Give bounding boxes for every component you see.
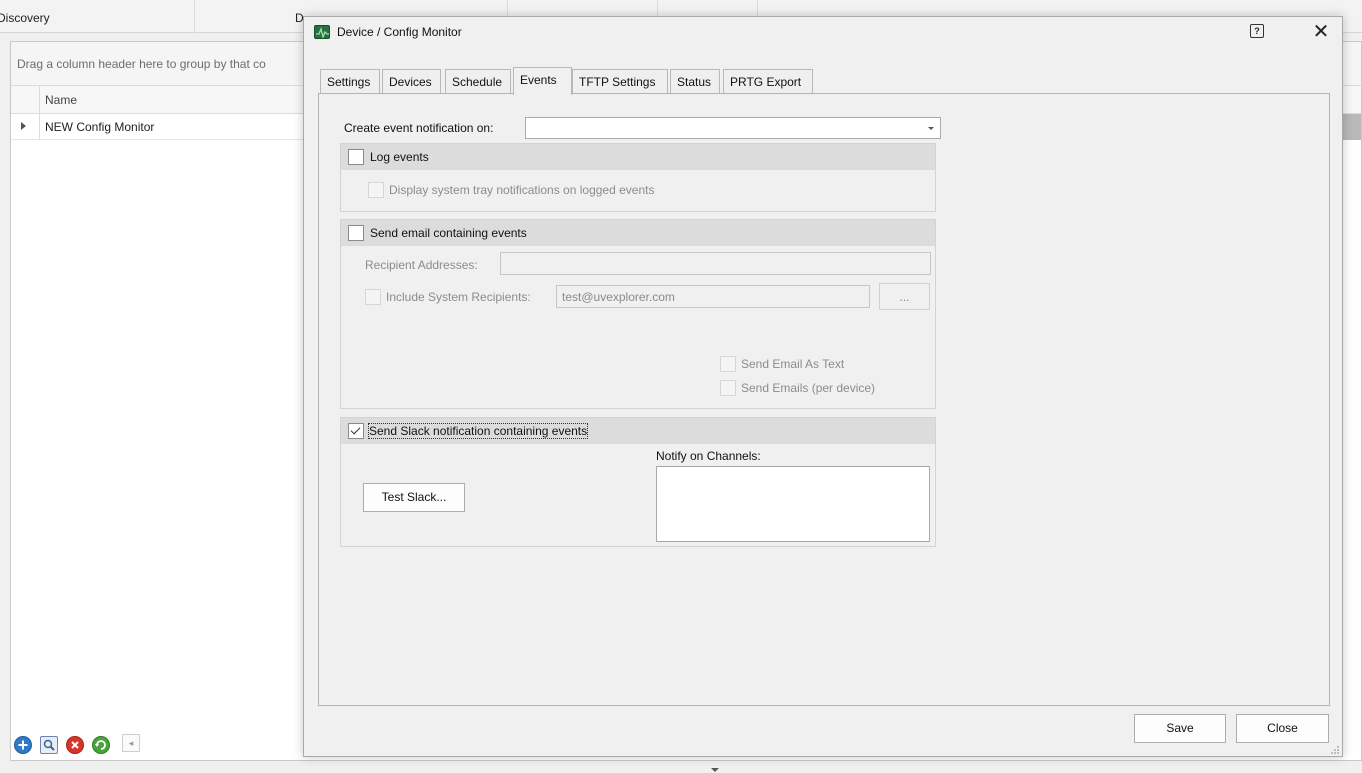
recipient-addresses-input[interactable] bbox=[500, 252, 931, 275]
email-header: Send email containing events bbox=[341, 220, 935, 246]
config-monitor-dialog: Device / Config Monitor ? ✕ Settings Dev… bbox=[303, 16, 1343, 757]
email-per-device-checkbox[interactable] bbox=[720, 380, 736, 396]
send-email-checkbox[interactable] bbox=[348, 225, 364, 241]
include-system-label: Include System Recipients: bbox=[386, 290, 531, 304]
tab-discovery[interactable]: Discovery bbox=[0, 0, 195, 33]
delete-icon[interactable] bbox=[66, 736, 84, 754]
email-group: Send email containing events Recipient A… bbox=[340, 219, 936, 409]
tab-status-label: Status bbox=[677, 75, 712, 89]
tray-notifications-label: Display system tray notifications on log… bbox=[389, 183, 655, 197]
tab-discovery-label: Discovery bbox=[0, 11, 50, 25]
email-per-device-label: Send Emails (per device) bbox=[741, 381, 876, 395]
help-icon[interactable]: ? bbox=[1250, 24, 1264, 38]
log-events-header: Log events bbox=[341, 144, 935, 170]
expand-row-icon[interactable] bbox=[21, 122, 26, 130]
events-tab-page: Create event notification on: Log events… bbox=[318, 93, 1330, 706]
tab-prtg-export[interactable]: PRTG Export bbox=[723, 69, 813, 94]
test-slack-button[interactable]: Test Slack... bbox=[363, 483, 465, 512]
tab-status[interactable]: Status bbox=[670, 69, 720, 94]
create-event-label: Create event notification on: bbox=[344, 121, 494, 135]
refresh-icon[interactable] bbox=[92, 736, 110, 754]
recipient-addresses-label: Recipient Addresses: bbox=[365, 258, 478, 272]
row-name-cell[interactable]: NEW Config Monitor bbox=[39, 114, 154, 140]
send-email-label[interactable]: Send email containing events bbox=[370, 226, 527, 240]
notify-channels-label: Notify on Channels: bbox=[656, 449, 761, 463]
slack-group: Send Slack notification containing event… bbox=[340, 417, 936, 547]
monitor-app-icon bbox=[314, 25, 330, 39]
create-event-combo[interactable] bbox=[525, 117, 941, 139]
scroll-left-button[interactable]: ◂ bbox=[122, 734, 140, 752]
dialog-title: Device / Config Monitor bbox=[337, 25, 462, 39]
tray-notifications-checkbox[interactable] bbox=[368, 182, 384, 198]
column-header-name[interactable]: Name bbox=[39, 86, 77, 114]
close-button[interactable]: Close bbox=[1236, 714, 1329, 743]
tab-events[interactable]: Events bbox=[513, 67, 572, 95]
send-slack-label[interactable]: Send Slack notification containing event… bbox=[367, 423, 589, 439]
tab-prtg-export-label: PRTG Export bbox=[730, 75, 802, 89]
add-icon[interactable] bbox=[14, 736, 32, 754]
browse-recipients-button[interactable]: ... bbox=[879, 283, 930, 310]
close-icon[interactable]: ✕ bbox=[1304, 17, 1338, 47]
grid-toolbar: ◂ bbox=[10, 729, 310, 759]
chevron-down-icon[interactable] bbox=[928, 127, 934, 130]
tab-devices-label: Devices bbox=[389, 75, 432, 89]
dialog-titlebar[interactable]: Device / Config Monitor ? ✕ bbox=[304, 17, 1342, 47]
save-button[interactable]: Save bbox=[1134, 714, 1226, 743]
include-system-checkbox[interactable] bbox=[365, 289, 381, 305]
tab-events-label: Events bbox=[520, 73, 557, 87]
notify-channels-list[interactable] bbox=[656, 466, 930, 542]
search-icon[interactable] bbox=[40, 736, 58, 754]
send-slack-checkbox[interactable] bbox=[348, 423, 364, 439]
tab-devices[interactable]: Devices bbox=[382, 69, 441, 94]
log-events-group: Log events Display system tray notificat… bbox=[340, 143, 936, 212]
tab-schedule-label: Schedule bbox=[452, 75, 503, 89]
chevron-down-icon bbox=[711, 768, 719, 772]
resize-grip-icon[interactable] bbox=[1330, 744, 1340, 754]
email-as-text-checkbox[interactable] bbox=[720, 356, 736, 372]
tab-tftp-settings[interactable]: TFTP Settings bbox=[572, 69, 668, 94]
tab-settings-label: Settings bbox=[327, 75, 371, 89]
log-events-label[interactable]: Log events bbox=[370, 150, 429, 164]
log-events-checkbox[interactable] bbox=[348, 149, 364, 165]
system-recipients-input[interactable]: test@uvexplorer.com bbox=[556, 285, 870, 308]
tab-tftp-settings-label: TFTP Settings bbox=[579, 75, 656, 89]
tab-schedule[interactable]: Schedule bbox=[445, 69, 511, 94]
tab-settings[interactable]: Settings bbox=[320, 69, 380, 94]
slack-header: Send Slack notification containing event… bbox=[341, 418, 935, 444]
email-as-text-label: Send Email As Text bbox=[741, 357, 845, 371]
